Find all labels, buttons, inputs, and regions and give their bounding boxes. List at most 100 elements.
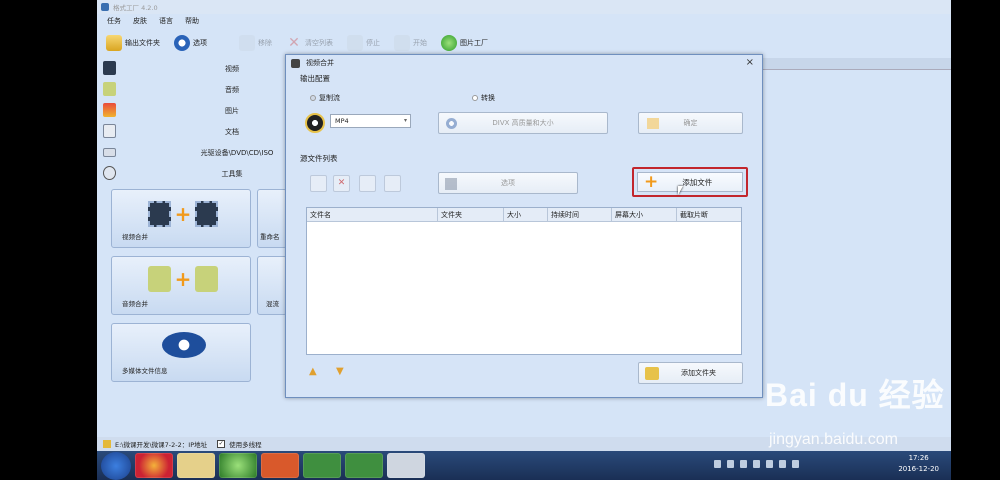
category-document[interactable]: 文档 [97,121,287,142]
radio-copy-dot [310,95,316,101]
col-screen-size[interactable]: 屏幕大小 [612,208,677,222]
delete-icon[interactable]: ✕ [333,175,350,192]
window-titlebar: 格式工厂 4.2.0 [97,0,951,14]
tile-media-info-label: 多媒体文件信息 [122,367,168,375]
record-icon[interactable] [740,460,747,468]
start-label: 开始 [413,39,427,47]
add-folder-label: 添加文件夹 [681,369,716,377]
category-picture[interactable]: 图片 [97,100,287,121]
picture-factory-button[interactable]: 图片工厂 [438,32,491,54]
category-audio[interactable]: 音频 [97,79,287,100]
multithread-checkbox[interactable]: ✓ [217,440,226,448]
keyboard-icon[interactable] [714,460,721,468]
taskbar-browser[interactable] [219,453,257,478]
plus-icon: + [644,172,659,192]
list-icon[interactable] [384,175,401,192]
col-duration[interactable]: 持续时间 [548,208,612,222]
start-orb-icon[interactable] [101,451,131,480]
clear-list-button[interactable]: ✕ 清空列表 [283,32,336,54]
tile-rename[interactable]: 重命名 [257,189,287,248]
options-button[interactable]: 选项 [171,32,210,54]
file-options-button[interactable]: 选项 [438,172,578,194]
watermark-url: jingyan.baidu.com [769,431,898,448]
left-letterbox [0,0,97,480]
category-document-label: 文档 [225,127,239,136]
menu-language[interactable]: 语言 [159,16,173,26]
stop-icon [347,35,363,51]
taskbar-app-1[interactable] [135,453,173,478]
ok-button[interactable]: 确定 [638,112,743,134]
app-logo-icon [101,3,109,11]
tile-media-info[interactable]: 多媒体文件信息 [111,323,251,382]
category-toolbox[interactable]: 工具集 [97,163,287,184]
taskbar-format-factory[interactable] [387,453,425,478]
col-filename[interactable]: 文件名 [307,208,438,222]
network-icon[interactable] [779,460,786,468]
folder-add-icon [645,367,659,380]
move-up-icon[interactable]: ▲ [309,366,317,377]
help-icon[interactable] [727,460,734,468]
stop-circle-icon[interactable] [359,175,376,192]
clock-time: 17:26 [908,454,929,462]
baidu-watermark: Bai du 经验 jingyan.baidu.com [765,370,945,448]
file-options-label: 选项 [501,179,515,187]
category-video[interactable]: 视频 [97,58,287,79]
dialog-title: 视频合并 [306,59,334,67]
video-merge-icon: + [148,200,218,228]
add-folder-button[interactable]: 添加文件夹 [638,362,743,384]
taskbar-camtasia-1[interactable] [303,453,341,478]
tile-audio-merge[interactable]: + 音频合并 [111,256,251,315]
video-icon [103,61,116,75]
picture-factory-label: 图片工厂 [460,39,488,47]
tile-audio-merge-label: 音频合并 [122,300,148,308]
menu-task[interactable]: 任务 [107,16,121,26]
right-letterbox [951,0,1000,480]
toolbar: 输出文件夹 选项 移除 ✕ 清空列表 停止 开始 图片工厂 [97,30,951,56]
radio-convert-label: 转换 [481,94,495,102]
radio-copy-stream[interactable]: 复制流 [310,93,340,103]
taskbar-clock[interactable]: 17:26 2016-12-20 [898,453,939,475]
tile-mux[interactable]: 混流 [257,256,287,315]
add-icon[interactable] [310,175,327,192]
category-toolbox-label: 工具集 [221,169,243,178]
remove-button[interactable]: 移除 [236,32,275,54]
menubar: 任务 皮肤 语言 帮助 [97,14,951,28]
close-icon[interactable]: × [746,57,754,68]
col-size[interactable]: 大小 [504,208,548,222]
radio-convert[interactable]: 转换 [472,93,495,103]
menu-skin[interactable]: 皮肤 [133,16,147,26]
category-optical-label: 光驱设备\DVD\CD\ISO [200,148,274,157]
clear-list-label: 清空列表 [305,39,333,47]
col-clip[interactable]: 截取片断 [677,208,741,222]
taskbar-powerpoint[interactable] [261,453,299,478]
security-icon[interactable] [753,460,760,468]
quality-size-button[interactable]: DIVX 高质量和大小 [438,112,608,134]
tile-mux-label: 混流 [266,300,279,308]
source-file-table[interactable]: 文件名 文件夹 大小 持续时间 屏幕大小 截取片断 [306,207,742,355]
add-file-highlight: + 添加文件 [632,167,748,197]
stop-button[interactable]: 停止 [344,32,383,54]
tile-rename-label: 重命名 [260,233,280,241]
move-down-icon[interactable]: ▼ [336,366,344,377]
bluetooth-icon[interactable] [766,460,773,468]
col-folder[interactable]: 文件夹 [438,208,504,222]
start-button[interactable]: 开始 [391,32,430,54]
multithread-label: 使用多线程 [229,441,262,449]
category-optical[interactable]: 光驱设备\DVD\CD\ISO [97,142,287,163]
output-folder-button[interactable]: 输出文件夹 [103,32,163,54]
taskbar-explorer[interactable] [177,453,215,478]
add-file-button[interactable]: + 添加文件 [637,172,743,192]
menu-help[interactable]: 帮助 [185,16,199,26]
clear-icon: ✕ [288,35,300,51]
taskbar-camtasia-2[interactable] [345,453,383,478]
stop-label: 停止 [366,39,380,47]
quality-size-label: DIVX 高质量和大小 [492,119,554,127]
clock-date: 2016-12-20 [898,465,939,473]
format-select[interactable]: MP4 ▾ [330,114,411,128]
volume-icon[interactable] [792,460,799,468]
toolbox-icon [103,166,116,180]
category-video-label: 视频 [225,64,239,73]
mouse-cursor-icon [678,186,683,195]
source-list-label: 源文件列表 [300,154,338,163]
tile-video-merge[interactable]: + 视频合并 [111,189,251,248]
